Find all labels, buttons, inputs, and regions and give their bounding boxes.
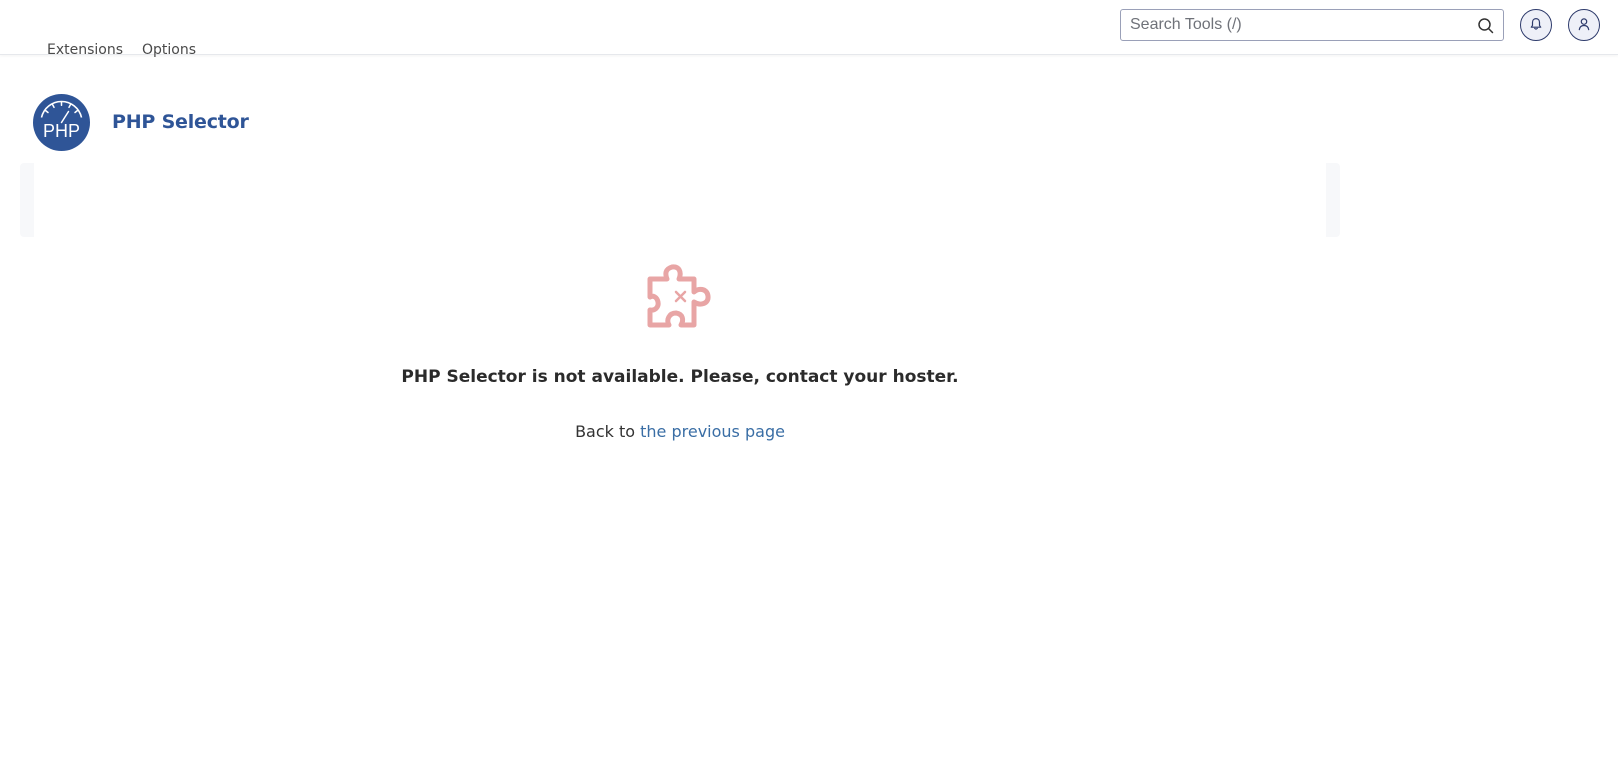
user-menu-button[interactable] (1568, 9, 1600, 41)
search-icon[interactable] (1477, 17, 1495, 35)
tabs-bar (34, 163, 1326, 237)
search-input[interactable] (1121, 10, 1503, 40)
tab-options[interactable]: Options (142, 42, 196, 58)
previous-page-link[interactable]: the previous page (640, 422, 785, 441)
empty-state: PHP Selector is not available. Please, c… (380, 263, 980, 441)
logo-text: PHP (43, 121, 80, 141)
back-prefix: Back to (575, 422, 641, 441)
puzzle-piece-x-icon (640, 263, 720, 343)
app-header: PHP PHP Selector (33, 92, 249, 152)
back-line: Back to the previous page (380, 422, 980, 441)
search-box[interactable] (1120, 9, 1504, 41)
unavailable-message: PHP Selector is not available. Please, c… (401, 367, 959, 387)
php-selector-logo: PHP (33, 93, 90, 151)
page-title: PHP Selector (112, 111, 249, 133)
tabs-panel (20, 163, 1340, 237)
bell-icon (1529, 16, 1543, 35)
tab-extensions[interactable]: Extensions (47, 42, 123, 58)
notifications-button[interactable] (1520, 9, 1552, 41)
top-bar (0, 0, 1618, 55)
user-icon (1577, 16, 1591, 35)
